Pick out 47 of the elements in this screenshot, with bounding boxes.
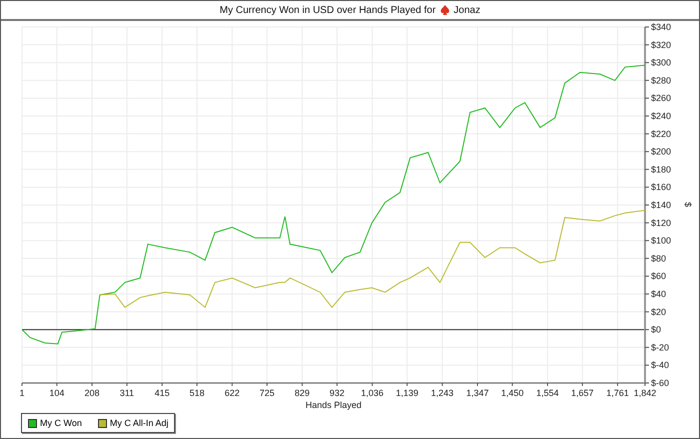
y-tick-label: $280 bbox=[651, 75, 672, 86]
y-tick-label: $120 bbox=[651, 218, 672, 228]
x-tick-label: 415 bbox=[154, 388, 170, 398]
x-tick-label: 725 bbox=[260, 388, 275, 398]
x-tick-label: 1,347 bbox=[466, 388, 489, 398]
x-tick-label: 1,761 bbox=[606, 388, 629, 398]
y-tick-label: $180 bbox=[651, 164, 672, 174]
y-tick-label: $160 bbox=[651, 182, 672, 192]
y-axis-title: $ bbox=[683, 202, 693, 208]
y-tick-label: $0 bbox=[651, 324, 662, 335]
y-tick-label: $240 bbox=[651, 111, 672, 121]
y-tick-label: $260 bbox=[651, 93, 672, 104]
x-tick-label: 1 bbox=[20, 388, 24, 398]
spade-icon bbox=[440, 5, 450, 15]
x-tick-label: 932 bbox=[330, 388, 345, 398]
y-tick-label: $-60 bbox=[651, 378, 670, 388]
x-tick-label: 104 bbox=[49, 388, 64, 398]
y-tick-label: $340 bbox=[651, 22, 672, 32]
chart-title: My Currency Won in USD over Hands Played for bbox=[220, 4, 436, 16]
x-tick-label: 1,036 bbox=[360, 388, 384, 398]
x-tick-label: 1,243 bbox=[431, 388, 454, 398]
x-tick-label: 1,554 bbox=[536, 388, 559, 398]
x-tick-label: 622 bbox=[224, 388, 240, 398]
x-tick-label: 208 bbox=[84, 388, 100, 398]
legend-label: My C Won bbox=[40, 418, 82, 428]
x-tick-label: 829 bbox=[294, 388, 310, 398]
y-tick-label: $80 bbox=[651, 253, 666, 264]
x-tick-label: 518 bbox=[189, 388, 204, 398]
y-tick-label: $220 bbox=[651, 128, 672, 139]
y-tick-label: $200 bbox=[651, 146, 672, 157]
y-tick-label: $40 bbox=[651, 289, 666, 299]
player-name: Jonaz bbox=[454, 4, 480, 16]
y-tick-label: $-40 bbox=[651, 360, 670, 370]
x-tick-label: 1,139 bbox=[396, 388, 418, 398]
x-tick-label: 1,450 bbox=[501, 388, 524, 398]
x-axis-title: Hands Played bbox=[305, 400, 362, 410]
y-tick-label: $300 bbox=[651, 58, 672, 68]
legend-label: My C All-In Adj bbox=[110, 418, 168, 428]
x-tick-label: 1,657 bbox=[571, 388, 594, 398]
y-tick-label: $100 bbox=[651, 236, 672, 246]
x-tick-label: 1,842 bbox=[634, 388, 656, 398]
y-tick-label: $-20 bbox=[651, 342, 670, 352]
y-tick-label: $60 bbox=[651, 271, 666, 282]
x-tick-label: 311 bbox=[120, 388, 134, 398]
y-tick-label: $140 bbox=[651, 200, 672, 210]
y-tick-label: $20 bbox=[651, 306, 666, 317]
y-tick-label: $320 bbox=[651, 40, 672, 50]
